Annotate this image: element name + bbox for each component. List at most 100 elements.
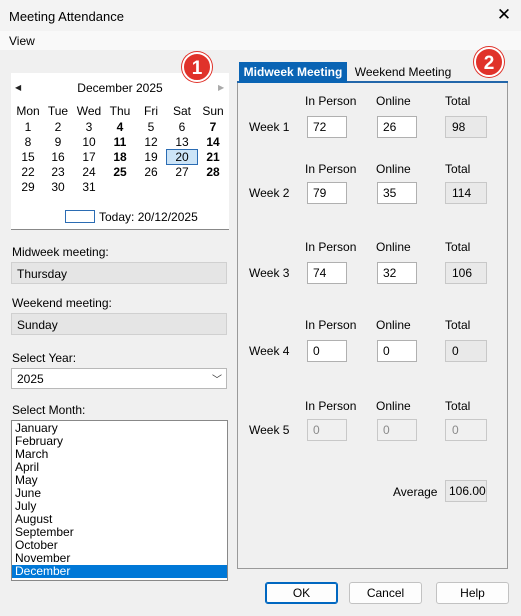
calendar-day[interactable]: 18	[105, 150, 135, 164]
month-list-item[interactable]: May	[12, 474, 227, 487]
calendar-day[interactable]: 2	[43, 120, 73, 134]
midweek-meeting-label: Midweek meeting:	[12, 245, 109, 259]
month-list-item[interactable]: March	[12, 448, 227, 461]
calendar-day-header: Tue	[47, 104, 69, 118]
calendar-day[interactable]: 20	[166, 149, 198, 165]
cancel-button[interactable]: Cancel	[349, 582, 422, 604]
calendar-day[interactable]: 5	[136, 120, 166, 134]
total-value: 106	[445, 262, 487, 284]
in-person-input[interactable]: 0	[307, 340, 347, 362]
year-select-value: 2025	[17, 372, 44, 386]
month-calendar[interactable]: ◀ December 2025 ▶ Today: 20/12/2025 Mon T…	[11, 73, 229, 230]
online-input[interactable]: 32	[377, 262, 417, 284]
in-person-column-header: In Person	[305, 399, 357, 413]
tab-weekend-meeting[interactable]: Weekend Meeting	[351, 62, 455, 83]
month-listbox[interactable]: January February March April May June July Augu…	[11, 420, 228, 581]
online-column-header: Online	[376, 318, 411, 332]
online-column-header: Online	[376, 240, 411, 254]
online-input[interactable]: 35	[377, 182, 417, 204]
calendar-day[interactable]: 9	[43, 135, 73, 149]
in-person-column-header: In Person	[305, 318, 357, 332]
online-input[interactable]: 0	[377, 340, 417, 362]
midweek-meeting-field: Thursday	[11, 262, 227, 284]
total-value: 114	[445, 182, 487, 204]
calendar-day[interactable]: 22	[13, 165, 43, 179]
online-input: 0	[377, 419, 417, 441]
calendar-day[interactable]: 7	[198, 120, 228, 134]
menu-bar	[0, 31, 521, 50]
in-person-column-header: In Person	[305, 162, 357, 176]
average-value: 106.00	[445, 480, 487, 502]
calendar-day[interactable]: 10	[74, 135, 104, 149]
online-column-header: Online	[376, 94, 411, 108]
calendar-day[interactable]: 17	[74, 150, 104, 164]
average-label: Average	[393, 485, 438, 499]
total-column-header: Total	[445, 318, 471, 332]
calendar-day[interactable]: 27	[167, 165, 197, 179]
chevron-down-icon: ﹀	[212, 375, 222, 386]
total-value: 98	[445, 116, 487, 138]
tab-midweek-meeting[interactable]: Midweek Meeting	[239, 62, 347, 83]
select-month-label: Select Month:	[12, 403, 86, 417]
week-label: Week 5	[249, 423, 290, 437]
calendar-day[interactable]: 16	[43, 150, 73, 164]
calendar-day[interactable]: 1	[13, 120, 43, 134]
week-label: Week 4	[249, 344, 290, 358]
total-value: 0	[445, 340, 487, 362]
total-column-header: Total	[445, 399, 471, 413]
calendar-day[interactable]: 14	[198, 135, 228, 149]
month-list-item[interactable]: April	[12, 461, 227, 474]
calendar-day-header: Mon	[16, 104, 40, 118]
month-list-item[interactable]: December	[12, 565, 227, 578]
help-button[interactable]: Help	[436, 582, 509, 604]
in-person-input[interactable]: 72	[307, 116, 347, 138]
year-select[interactable]: 2025 ﹀	[11, 368, 227, 389]
today-label[interactable]: Today: 20/12/2025	[99, 210, 198, 224]
menu-item-view[interactable]: View	[9, 34, 35, 48]
close-button[interactable]: ✕	[492, 4, 516, 28]
month-list-item[interactable]: June	[12, 487, 227, 500]
calendar-day[interactable]: 4	[105, 120, 135, 134]
ok-button[interactable]: OK	[265, 582, 338, 604]
window-title: Meeting Attendance	[9, 9, 124, 24]
in-person-input: 0	[307, 419, 347, 441]
week-label: Week 1	[249, 120, 290, 134]
calendar-day[interactable]: 13	[167, 135, 197, 149]
next-month-arrow-icon[interactable]: ▶	[218, 83, 224, 92]
select-year-label: Select Year:	[12, 351, 77, 365]
calendar-day[interactable]: 26	[136, 165, 166, 179]
total-value: 0	[445, 419, 487, 441]
calendar-day[interactable]: 30	[43, 180, 73, 194]
calendar-day[interactable]: 15	[13, 150, 43, 164]
calendar-day[interactable]: 21	[198, 150, 228, 164]
calendar-day[interactable]: 24	[74, 165, 104, 179]
week-label: Week 3	[249, 266, 290, 280]
calendar-day[interactable]: 8	[13, 135, 43, 149]
calendar-day[interactable]: 19	[136, 150, 166, 164]
in-person-input[interactable]: 74	[307, 262, 347, 284]
in-person-input[interactable]: 79	[307, 182, 347, 204]
calendar-day-header: Sun	[202, 104, 224, 118]
close-icon: ✕	[496, 5, 512, 24]
online-column-header: Online	[376, 162, 411, 176]
callout-badge-1: 1	[182, 52, 212, 82]
week-label: Week 2	[249, 186, 290, 200]
calendar-day[interactable]: 11	[105, 135, 135, 149]
calendar-day[interactable]: 6	[167, 120, 197, 134]
calendar-day[interactable]: 3	[74, 120, 104, 134]
weekend-meeting-field: Sunday	[11, 313, 227, 335]
calendar-month-label[interactable]: December 2025	[11, 81, 229, 95]
calendar-day-header: Wed	[76, 104, 102, 118]
calendar-day[interactable]: 23	[43, 165, 73, 179]
today-indicator	[65, 210, 95, 223]
calendar-day[interactable]: 29	[13, 180, 43, 194]
total-column-header: Total	[445, 240, 471, 254]
calendar-day[interactable]: 12	[136, 135, 166, 149]
total-column-header: Total	[445, 94, 471, 108]
calendar-day[interactable]: 31	[74, 180, 104, 194]
calendar-day[interactable]: 28	[198, 165, 228, 179]
online-input[interactable]: 26	[377, 116, 417, 138]
total-column-header: Total	[445, 162, 471, 176]
calendar-day[interactable]: 25	[105, 165, 135, 179]
in-person-column-header: In Person	[305, 94, 357, 108]
